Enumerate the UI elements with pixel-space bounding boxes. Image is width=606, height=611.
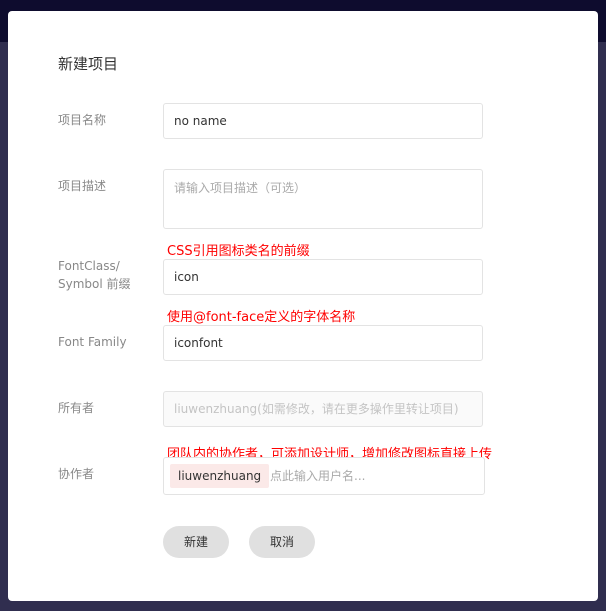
owner-label: 所有者 (58, 401, 95, 415)
create-button[interactable]: 新建 (163, 526, 229, 558)
name-label: 项目名称 (58, 113, 107, 127)
name-input[interactable]: no name (163, 103, 483, 139)
new-project-dialog: 新建项目 项目名称 no name 项目描述 请输入项目描述（可选） CSS引用… (8, 11, 598, 601)
description-label: 项目描述 (58, 179, 107, 193)
fontclass-label-line2: Symbol 前缀 (58, 277, 131, 291)
fontclass-note: CSS引用图标类名的前缀 (167, 244, 310, 259)
collaborators-placeholder: 点此输入用户名... (270, 469, 366, 483)
fontclass-input[interactable]: icon (163, 259, 483, 295)
description-textarea[interactable]: 请输入项目描述（可选） (163, 169, 483, 229)
owner-input-disabled: liuwenzhuang(如需修改，请在更多操作里转让项目) (163, 391, 483, 427)
collaborator-tag[interactable]: liuwenzhuang (170, 464, 270, 488)
fontclass-label: FontClass/Symbol 前缀 (58, 257, 131, 293)
dialog-title: 新建项目 (58, 55, 119, 73)
fontclass-label-line1: FontClass/ (58, 259, 120, 273)
collaborators-input[interactable]: liuwenzhuang 点此输入用户名... (163, 457, 485, 495)
collaborators-label: 协作者 (58, 467, 95, 481)
cancel-button[interactable]: 取消 (249, 526, 315, 558)
fontfamily-note: 使用@font-face定义的字体名称 (167, 310, 356, 325)
fontfamily-input[interactable]: iconfont (163, 325, 483, 361)
fontfamily-label: Font Family (58, 335, 127, 349)
